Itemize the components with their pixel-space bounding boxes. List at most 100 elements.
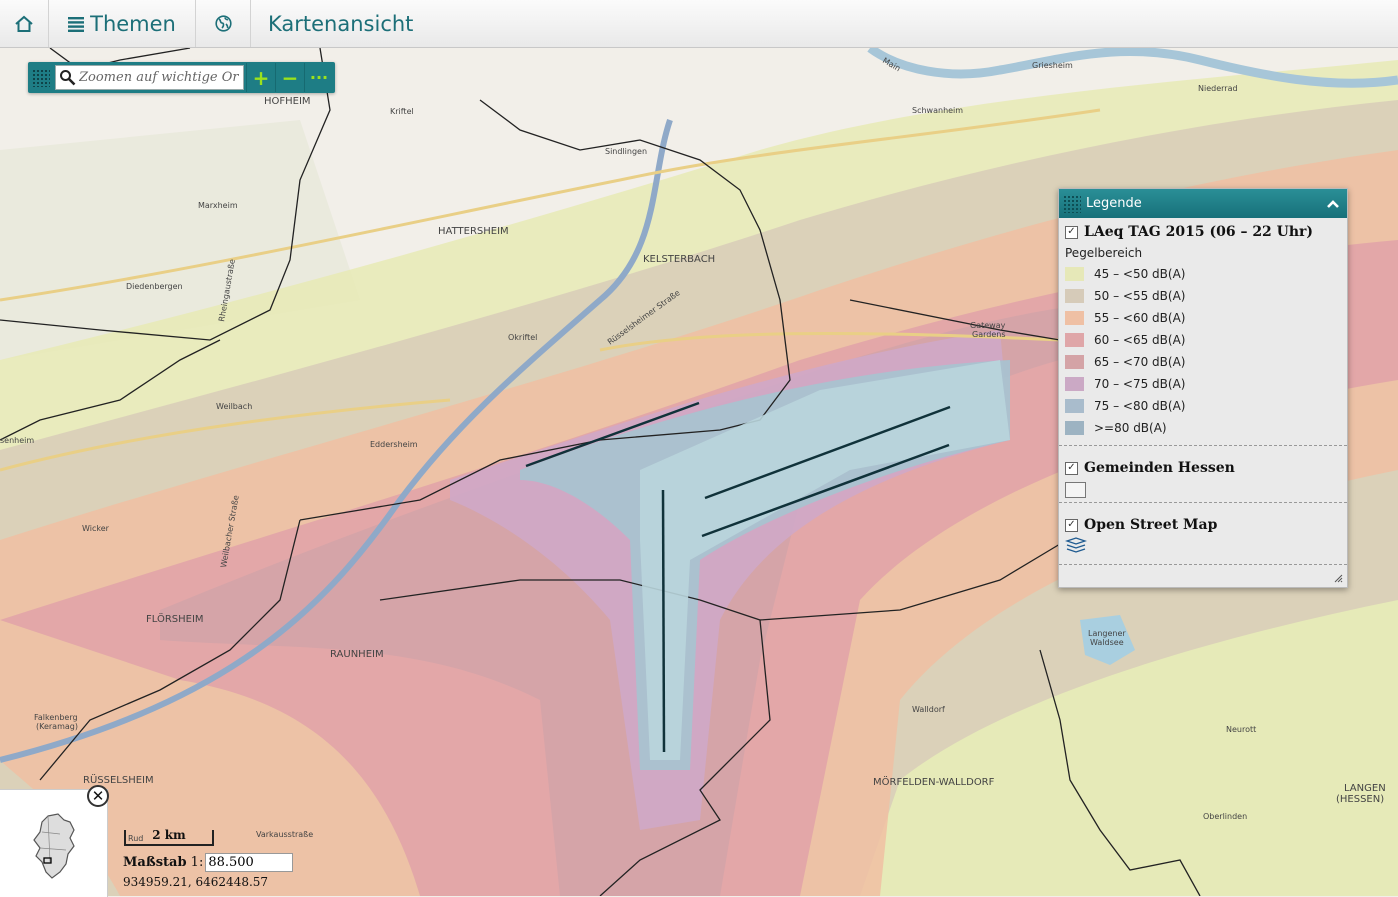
legend-title: Legende xyxy=(1086,196,1142,211)
top-toolbar: Themen Kartenansicht xyxy=(0,0,1398,48)
close-overview-button[interactable]: ✕ xyxy=(87,785,109,807)
layer-checkbox[interactable]: ✓ xyxy=(1065,225,1078,239)
hessen-outline-icon xyxy=(33,813,75,879)
legend-class-row: 70 – <75 dB(A) xyxy=(1065,373,1342,395)
place-okriftel: Okriftel xyxy=(508,333,537,342)
legend-class-label: 75 – <80 dB(A) xyxy=(1094,399,1186,413)
place-falkenberg-2: (Keramag) xyxy=(36,722,78,731)
place-oberlinden: Oberlinden xyxy=(1203,812,1247,821)
scale-input[interactable] xyxy=(205,853,294,872)
legend-class-row: 75 – <80 dB(A) xyxy=(1065,395,1342,417)
place-sindlingen: Sindlingen xyxy=(605,147,647,156)
themes-button[interactable]: Themen xyxy=(49,0,196,47)
place-langen-1: LANGEN xyxy=(1344,783,1386,794)
legend-color-swatch xyxy=(1065,421,1084,435)
place-marxheim: Marxheim xyxy=(198,201,238,210)
place-falkenberg-1: Falkenberg xyxy=(34,713,78,722)
place-griesheim: Griesheim xyxy=(1032,61,1073,70)
legend-class-row: >=80 dB(A) xyxy=(1065,417,1342,439)
legend-color-swatch xyxy=(1065,289,1084,303)
place-langener-2: Waldsee xyxy=(1090,638,1124,647)
scale-row: Maßstab 1: xyxy=(123,853,294,872)
themes-label: Themen xyxy=(90,11,176,36)
legend-color-swatch xyxy=(1065,377,1084,391)
legend-class-label: 60 – <65 dB(A) xyxy=(1094,333,1186,347)
legend-class-row: 45 – <50 dB(A) xyxy=(1065,263,1342,285)
place-gateway-1: Gateway xyxy=(970,321,1006,330)
scale-label: Maßstab xyxy=(123,855,187,870)
place-floersheim: FLÖRSHEIM xyxy=(146,612,204,625)
search-toolbar: + − ··· xyxy=(28,62,335,93)
place-diedenbergen: Diedenbergen xyxy=(126,282,183,291)
legend-layer-gemeinden: ✓ Gemeinden Hessen xyxy=(1059,446,1347,503)
place-raunheim: RAUNHEIM xyxy=(330,649,384,660)
place-ruesselsheim: RÜSSELSHEIM xyxy=(83,773,154,786)
resize-handle-icon[interactable] xyxy=(1334,574,1343,583)
place-langen-2: (HESSEN) xyxy=(1336,794,1384,805)
legend-class-row: 60 – <65 dB(A) xyxy=(1065,329,1342,351)
place-niederrad: Niederrad xyxy=(1198,84,1238,93)
place-hattersheim: HATTERSHEIM xyxy=(438,226,509,237)
place-walldorf: Walldorf xyxy=(912,705,945,714)
layer-checkbox[interactable]: ✓ xyxy=(1065,518,1078,532)
legend-class-label: 50 – <55 dB(A) xyxy=(1094,289,1186,303)
cursor-coordinates: 934959.21, 6462448.57 xyxy=(123,875,269,889)
globe-button[interactable] xyxy=(196,0,251,47)
legend-layer-laeq: ✓ LAeq TAG 2015 (06 – 22 Uhr) Pegelberei… xyxy=(1059,218,1347,446)
scale-prefix: 1: xyxy=(190,855,204,870)
search-field[interactable] xyxy=(55,65,244,90)
legend-class-row: 65 – <70 dB(A) xyxy=(1065,351,1342,373)
street-varkausstrasse: Varkausstraße xyxy=(256,830,313,839)
place-wicker: Wicker xyxy=(82,524,110,533)
drag-handle-icon[interactable] xyxy=(32,68,50,87)
legend-class-row: 55 – <60 dB(A) xyxy=(1065,307,1342,329)
layers-icon xyxy=(1064,537,1088,553)
legend-header[interactable]: Legende xyxy=(1059,189,1347,218)
zoom-out-button[interactable]: − xyxy=(275,63,304,92)
chevron-up-icon[interactable] xyxy=(1326,199,1340,209)
legend-color-swatch xyxy=(1065,355,1084,369)
place-kelsterbach: KELSTERBACH xyxy=(643,254,715,265)
legend-color-swatch xyxy=(1065,399,1084,413)
globe-icon xyxy=(214,15,232,32)
home-icon xyxy=(15,15,33,32)
layer-checkbox[interactable]: ✓ xyxy=(1065,461,1078,475)
legend-class-label: 45 – <50 dB(A) xyxy=(1094,267,1186,281)
place-moerfelden: MÖRFELDEN-WALLDORF xyxy=(873,775,995,788)
map-view-title[interactable]: Kartenansicht xyxy=(251,0,413,47)
map-view-label: Kartenansicht xyxy=(268,11,414,36)
home-button[interactable] xyxy=(0,0,49,47)
place-weilbach: Weilbach xyxy=(216,402,252,411)
place-gateway-2: Gardens xyxy=(972,330,1006,339)
runway-startbahn-west xyxy=(661,489,666,753)
scale-bar: 2 km xyxy=(124,828,214,846)
place-kriftel: Kriftel xyxy=(390,107,414,116)
drag-handle-icon[interactable] xyxy=(1063,194,1081,213)
legend-class-label: >=80 dB(A) xyxy=(1094,421,1167,435)
legend-panel: Legende ✓ LAeq TAG 2015 (06 – 22 Uhr) Pe… xyxy=(1058,188,1348,588)
place-langener-1: Langener xyxy=(1088,629,1126,638)
layer-name: Gemeinden Hessen xyxy=(1084,460,1235,476)
more-options-button[interactable]: ··· xyxy=(304,63,333,92)
place-senheim: senheim xyxy=(0,436,34,445)
search-input[interactable] xyxy=(76,67,239,88)
list-icon xyxy=(68,16,85,32)
legend-class-list: 45 – <50 dB(A) 50 – <55 dB(A) 55 – <60 dB(… xyxy=(1065,263,1342,439)
layer-name: Open Street Map xyxy=(1084,517,1218,533)
outline-swatch xyxy=(1065,482,1086,498)
place-neurott: Neurott xyxy=(1226,725,1256,734)
legend-class-row: 50 – <55 dB(A) xyxy=(1065,285,1342,307)
legend-layer-osm: ✓ Open Street Map xyxy=(1059,503,1347,565)
legend-color-swatch xyxy=(1065,333,1084,347)
legend-class-label: 55 – <60 dB(A) xyxy=(1094,311,1186,325)
legend-sublabel: Pegelbereich xyxy=(1065,246,1143,260)
place-schwanheim: Schwanheim xyxy=(912,106,963,115)
zoom-in-button[interactable]: + xyxy=(246,63,275,92)
legend-class-label: 70 – <75 dB(A) xyxy=(1094,377,1186,391)
legend-color-swatch xyxy=(1065,311,1084,325)
legend-color-swatch xyxy=(1065,267,1084,281)
search-icon xyxy=(60,70,76,86)
scale-bar-label: 2 km xyxy=(152,828,186,842)
layer-name: LAeq TAG 2015 (06 – 22 Uhr) xyxy=(1084,224,1314,240)
place-eddersheim: Eddersheim xyxy=(370,440,418,449)
